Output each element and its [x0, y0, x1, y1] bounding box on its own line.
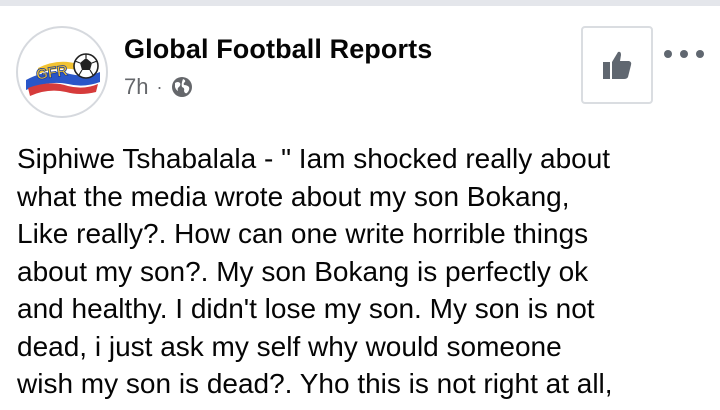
post-text-line: what the media wrote about my son Bokang…	[17, 180, 570, 212]
more-dot	[680, 50, 688, 58]
post-text-line: and healthy. I didn't lose my son. My so…	[17, 293, 595, 324]
post-text-line: about my son?. My son Bokang is perfectl…	[17, 255, 589, 287]
thumbs-up-icon	[603, 51, 632, 79]
page-name[interactable]: Global Football Reports	[124, 34, 432, 65]
post-time[interactable]: 7h	[124, 74, 148, 100]
gfr-logo-icon: GFR	[26, 53, 100, 96]
post-text-line: dead, i just ask my self why would someo…	[17, 330, 562, 362]
globe-icon	[172, 77, 193, 97]
post-text-line: Siphiwe Tshabalala - " Iam shocked reall…	[17, 143, 611, 174]
like-page-button[interactable]	[581, 26, 653, 104]
meta-separator: ·	[156, 76, 163, 97]
post-meta: 7h ·	[124, 72, 193, 102]
post-body: Siphiwe Tshabalala - " Iam shocked reall…	[17, 140, 707, 403]
post-text-line: Like really?. How can one write horrible…	[17, 218, 589, 249]
post-header: GFR Global Football Reports 7h ·	[0, 6, 720, 118]
more-dot	[664, 50, 672, 58]
more-dot	[696, 50, 704, 58]
post-text-line: wish my son is dead?. Yho this is not ri…	[17, 368, 613, 399]
more-options-button[interactable]	[664, 42, 704, 66]
page-avatar[interactable]: GFR	[16, 26, 108, 118]
